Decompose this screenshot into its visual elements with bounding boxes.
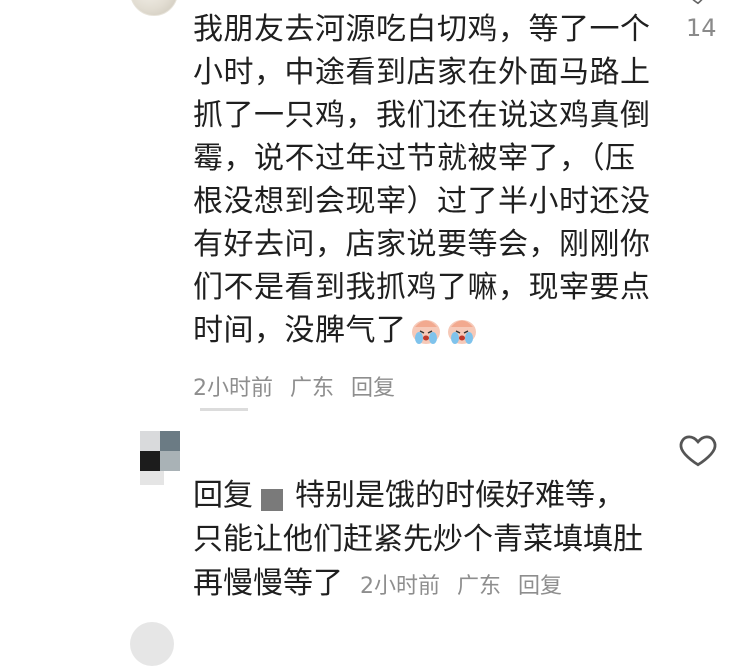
censored-username bbox=[261, 489, 283, 511]
heart-icon[interactable] bbox=[678, 432, 718, 468]
heart-icon[interactable] bbox=[687, 0, 709, 6]
comment-line: 霉，说不过年过节就被宰了，（压 bbox=[193, 141, 636, 176]
reply-line: 再慢慢等了 bbox=[193, 566, 343, 601]
reply-avatar[interactable] bbox=[140, 431, 180, 471]
reply-reply-button[interactable]: 回复 bbox=[518, 574, 562, 599]
reply-line-1: 回复 特别是饿的时候好难等， bbox=[193, 474, 653, 518]
comment-line: 根没想到会现宰）过了半小时还没 bbox=[193, 184, 651, 219]
reply-button[interactable]: 回复 bbox=[351, 376, 395, 401]
comment-line: 抓了一只鸡，我们还在说这鸡真倒 bbox=[193, 98, 651, 133]
comment-time: 2小时前 bbox=[193, 376, 273, 401]
comment-line: 我朋友去河源吃白切鸡，等了一个 bbox=[193, 12, 651, 47]
comment-line: 有好去问，店家说要等会，刚刚你 bbox=[193, 227, 651, 262]
comment-location: 广东 bbox=[290, 376, 335, 401]
next-commenter-avatar[interactable] bbox=[130, 622, 174, 666]
reply-line: 只能让他们赶紧先炒个青菜填填肚 bbox=[193, 522, 643, 557]
comment-line: 们不是看到我抓鸡了嘛，现宰要点 bbox=[193, 270, 651, 305]
reply-meta: 2小时前 广东 回复 bbox=[353, 574, 572, 599]
expand-replies-divider bbox=[200, 408, 248, 411]
reply-avatar-censor bbox=[140, 471, 164, 485]
reply-body: 回复 特别是饿的时候好难等， 只能让他们赶紧先炒个青菜填填肚 再慢慢等了 2小时前… bbox=[193, 474, 653, 609]
comment-meta: 2小时前 广东 回复 bbox=[193, 370, 405, 402]
commenter-avatar[interactable] bbox=[130, 0, 178, 16]
comment-line-last: 时间，没脾气了 bbox=[193, 309, 633, 352]
reply-line: 特别是饿的时候好难等， bbox=[295, 478, 625, 513]
reply-prefix: 回复 bbox=[193, 478, 253, 513]
reply-location: 广东 bbox=[457, 574, 502, 599]
crying-face-icon bbox=[447, 320, 476, 344]
comment-body: 我朋友去河源吃白切鸡，等了一个 小时，中途看到店家在外面马路上 抓了一只鸡，我们… bbox=[193, 8, 651, 352]
comment-line: 小时，中途看到店家在外面马路上 bbox=[193, 55, 651, 90]
reply-line-3: 再慢慢等了 2小时前 广东 回复 bbox=[193, 562, 653, 609]
like-count: 14 bbox=[686, 14, 717, 42]
reply-time: 2小时前 bbox=[360, 574, 440, 599]
comment-line: 时间，没脾气了 bbox=[193, 313, 407, 348]
crying-face-icon bbox=[411, 320, 440, 344]
